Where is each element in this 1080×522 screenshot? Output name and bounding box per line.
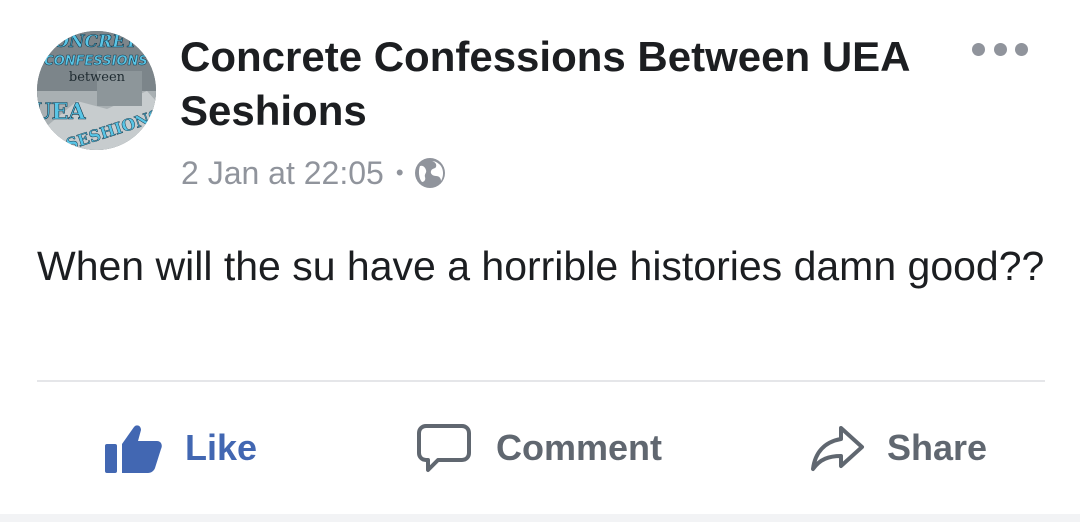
share-label: Share xyxy=(887,427,988,468)
more-dots-icon xyxy=(972,42,985,56)
share-button[interactable]: Share xyxy=(809,420,987,476)
avatar-line-1: ONCRET xyxy=(54,32,139,52)
avatar-line-4: UEA xyxy=(37,99,86,125)
more-options-button[interactable] xyxy=(972,36,1028,62)
comment-bubble-icon xyxy=(417,424,471,472)
share-arrow-icon xyxy=(811,426,864,471)
page-name-link[interactable]: Concrete Confessions Between UEA Seshion… xyxy=(180,30,920,138)
more-dots-icon xyxy=(1015,42,1028,56)
comment-button[interactable]: Comment xyxy=(416,420,662,476)
like-label: Like xyxy=(185,427,258,468)
facebook-post: ONCRET CONFESSIONS between UEA SESHIONS … xyxy=(0,0,1080,522)
post-meta: 2 Jan at 22:05 • xyxy=(181,151,446,195)
post-bottom-border xyxy=(0,514,1080,522)
more-dots-icon xyxy=(993,42,1007,56)
like-button[interactable]: Like xyxy=(103,420,257,476)
avatar-logo-image: ONCRET CONFESSIONS between UEA SESHIONS xyxy=(37,31,156,150)
avatar-line-2: CONFESSIONS xyxy=(44,54,148,69)
avatar-line-3: between xyxy=(69,70,126,85)
page-avatar[interactable]: ONCRET CONFESSIONS between UEA SESHIONS xyxy=(37,31,156,150)
thumbs-up-icon xyxy=(105,425,162,473)
divider xyxy=(37,380,1045,382)
meta-separator: • xyxy=(395,160,404,185)
globe-icon[interactable] xyxy=(414,157,446,189)
post-text: When will the su have a horrible histori… xyxy=(37,243,1045,289)
comment-label: Comment xyxy=(496,427,663,468)
post-timestamp[interactable]: 2 Jan at 22:05 xyxy=(181,155,384,192)
